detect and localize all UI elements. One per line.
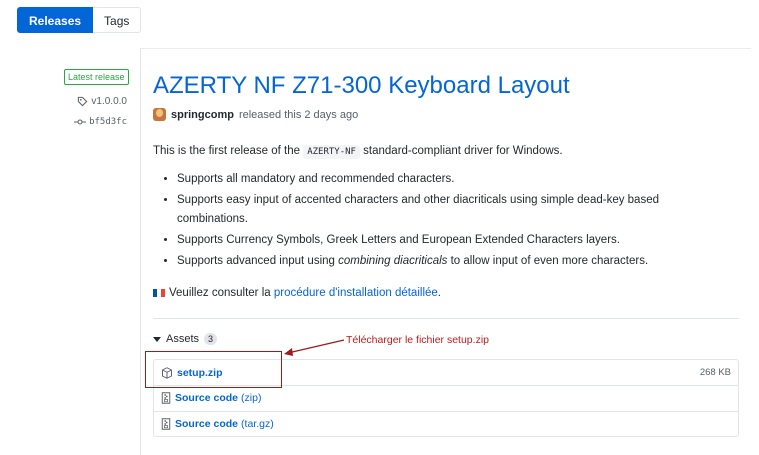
install-note-text: Veuillez consulter la (169, 287, 274, 299)
tag-icon (78, 96, 88, 107)
tab-tags[interactable]: Tags (93, 7, 142, 33)
asset-name[interactable]: Source code (175, 392, 238, 404)
tab-releases[interactable]: Releases (17, 7, 94, 33)
highlight-box (145, 351, 282, 388)
feature-list: Supports all mandatory and recommended c… (158, 170, 717, 273)
asset-format[interactable]: (tar.gz) (241, 418, 274, 430)
bullet-emphasis: combining diacriticals (338, 255, 448, 267)
author-link[interactable]: springcomp (171, 109, 234, 121)
asset-format[interactable]: (zip) (241, 392, 261, 404)
intro-text: This is the first release of the (153, 145, 304, 157)
bullet-text-end: to allow input of even more characters. (447, 255, 649, 267)
annotation-text: Télécharger le fichier setup.zip (346, 334, 489, 346)
release-commit[interactable]: bf5d3fc (74, 117, 127, 127)
assets-count: 3 (204, 333, 218, 345)
list-item: Supports advanced input using combining … (177, 252, 717, 271)
divider (140, 48, 751, 49)
release-intro: This is the first release of the AZERTY-… (153, 145, 563, 159)
install-note: Veuillez consulter la procédure d'instal… (153, 287, 441, 299)
tag-label: v1.0.0.0 (91, 96, 127, 107)
caret-down-icon (153, 336, 161, 342)
inline-code: AZERTY-NF (303, 145, 360, 159)
assets-toggle[interactable]: Assets 3 (153, 333, 218, 345)
asset-row-zip[interactable]: Source code (zip) (154, 385, 738, 410)
latest-release-badge: Latest release (64, 69, 129, 85)
divider (153, 318, 739, 319)
list-item: Supports easy input of accented characte… (177, 191, 717, 229)
release-tag[interactable]: v1.0.0.0 (77, 96, 127, 107)
asset-row-targz[interactable]: Source code (tar.gz) (154, 411, 738, 436)
release-byline: springcomp released this 2 days ago (153, 108, 358, 121)
commit-icon (74, 119, 87, 125)
list-item: Supports Currency Symbols, Greek Letters… (177, 231, 717, 250)
install-note-end: . (437, 287, 441, 299)
french-flag-icon (153, 289, 165, 297)
file-zip-icon (161, 392, 171, 404)
timeline-line (140, 48, 141, 455)
release-title[interactable]: AZERTY NF Z71-300 Keyboard Layout (153, 72, 570, 100)
asset-size: 268 KB (699, 367, 731, 378)
avatar[interactable] (153, 108, 166, 121)
commit-sha: bf5d3fc (89, 117, 127, 127)
file-zip-icon (161, 418, 171, 430)
assets-label: Assets (166, 333, 200, 345)
bullet-text: Supports advanced input using (177, 255, 339, 267)
annotation-arrow-icon (284, 339, 345, 356)
install-guide-link[interactable]: procédure d'installation détaillée (274, 287, 438, 299)
intro-text-end: standard-compliant driver for Windows. (359, 145, 563, 157)
release-time: released this 2 days ago (238, 108, 359, 121)
release-tabs: Releases Tags (17, 7, 142, 33)
list-item: Supports all mandatory and recommended c… (177, 170, 717, 189)
asset-name[interactable]: Source code (175, 418, 238, 430)
